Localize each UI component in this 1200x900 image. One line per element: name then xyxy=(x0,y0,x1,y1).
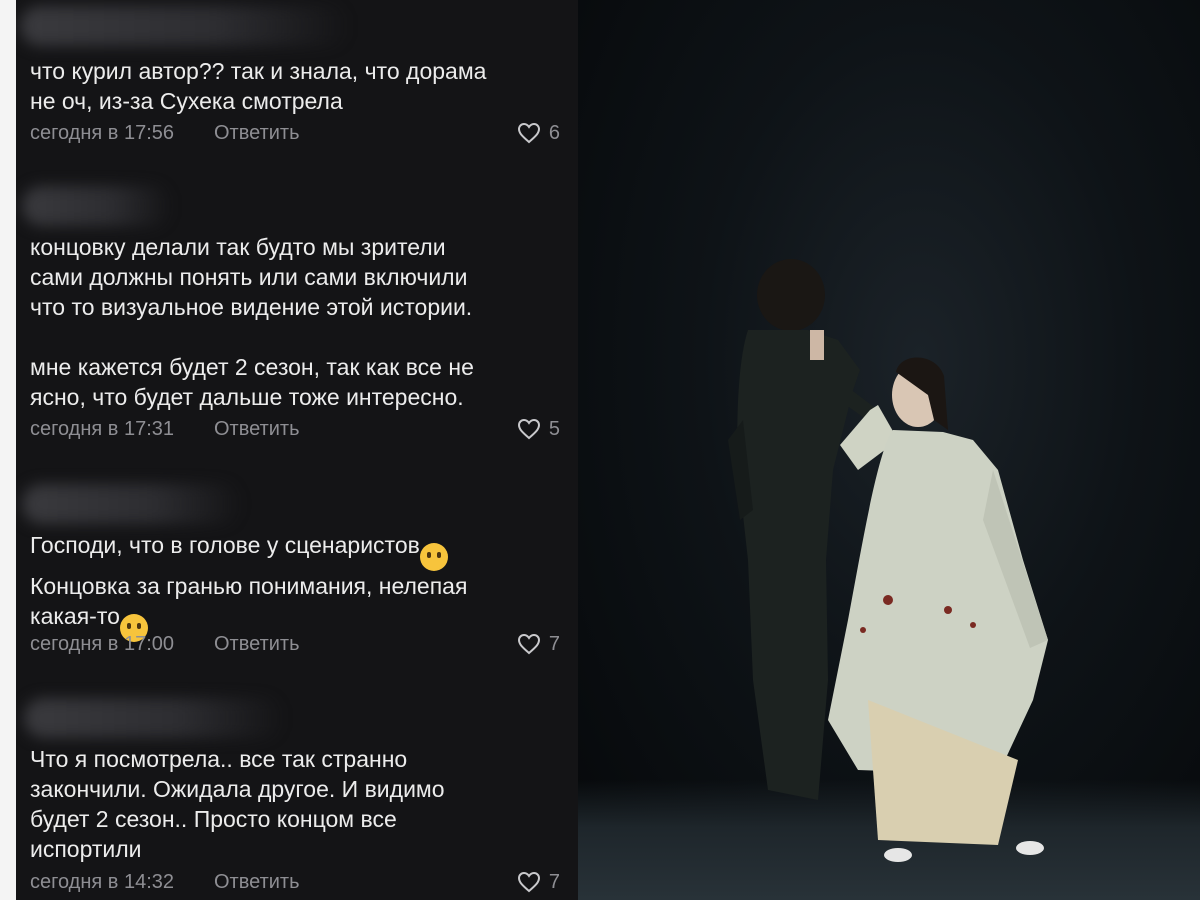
comment-timestamp: сегодня в 17:00 xyxy=(30,633,174,655)
comment-text-line: Господи, что в голове у сценаристов xyxy=(30,532,420,558)
comments-panel: что курил автор?? так и знала, что дорам… xyxy=(16,0,578,900)
like-count: 7 xyxy=(548,871,560,893)
woman-figure xyxy=(828,357,1048,862)
heart-outline-icon xyxy=(517,122,540,144)
like-count: 5 xyxy=(548,418,560,440)
heart-outline-icon xyxy=(517,871,540,893)
heart-outline-icon xyxy=(517,418,540,440)
reply-button[interactable]: Ответить xyxy=(214,118,300,148)
reply-button[interactable]: Ответить xyxy=(214,867,300,897)
like-button[interactable]: 6 xyxy=(517,118,560,148)
comment-meta: сегодня в 17:56 Ответить 6 xyxy=(30,118,560,148)
like-button[interactable]: 7 xyxy=(517,867,560,897)
thinking-face-emoji-icon: 🤔 xyxy=(419,543,448,571)
comment-meta: сегодня в 17:31 Ответить 5 xyxy=(30,414,560,444)
blurred-author-name xyxy=(22,186,172,226)
comment-text: Господи, что в голове у сценаристов🤔 Кон… xyxy=(30,530,560,642)
comment-timestamp: сегодня в 14:32 xyxy=(30,871,174,893)
reply-button[interactable]: Ответить xyxy=(214,629,300,659)
comment-text: что курил автор?? так и знала, что дорам… xyxy=(30,58,487,114)
blurred-author-name xyxy=(20,6,350,46)
comment-meta: сегодня в 17:00 Ответить 7 xyxy=(30,629,560,659)
like-count: 7 xyxy=(548,633,560,655)
left-white-edge xyxy=(0,0,16,900)
comment-meta: сегодня в 14:32 Ответить 7 xyxy=(30,867,560,897)
blurred-author-name xyxy=(22,484,242,524)
comment-text: концовку делали так будто мы зрители сам… xyxy=(30,234,474,410)
blurred-author-name xyxy=(24,698,284,738)
like-button[interactable]: 5 xyxy=(517,414,560,444)
comment-timestamp: сегодня в 17:31 xyxy=(30,418,174,440)
like-button[interactable]: 7 xyxy=(517,629,560,659)
like-count: 6 xyxy=(548,122,560,144)
comment-text-line: какая-то xyxy=(30,603,120,629)
comment-timestamp: сегодня в 17:56 xyxy=(30,122,174,144)
scene-figures-illustration xyxy=(728,259,1048,862)
heart-outline-icon xyxy=(517,633,540,655)
drama-scene-photo xyxy=(578,0,1200,900)
comment-text-line: Концовка за гранью понимания, нелепая xyxy=(30,573,468,599)
comment-text: Что я посмотрела.. все так странно закон… xyxy=(30,746,445,862)
reply-button[interactable]: Ответить xyxy=(214,414,300,444)
